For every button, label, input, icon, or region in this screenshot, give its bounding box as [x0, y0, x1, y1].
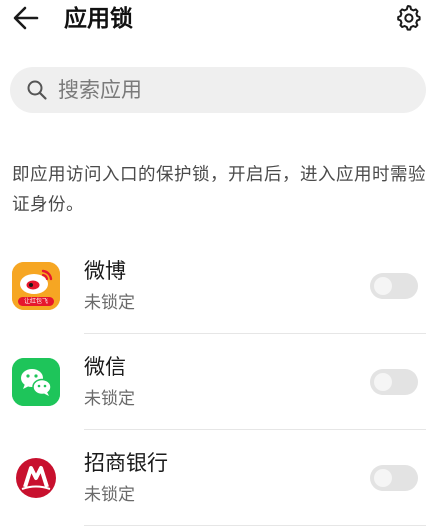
weibo-badge-text: 让红包飞: [23, 298, 48, 305]
app-lock-page: 应用锁 搜索应用 即应用访问入口的保护锁，开启后，进入应用时需验证身份。 让红包…: [0, 0, 438, 531]
app-name: 招商银行: [84, 451, 168, 475]
app-row-cmb[interactable]: 招商银行 未锁定: [0, 432, 438, 528]
gear-icon: [397, 5, 421, 31]
header: 应用锁: [0, 0, 438, 40]
lock-toggle[interactable]: [370, 369, 418, 395]
weibo-icon: 让红包飞: [12, 262, 60, 310]
divider: [84, 429, 426, 430]
lock-toggle[interactable]: [370, 465, 418, 491]
app-name: 微信: [84, 355, 126, 379]
page-title: 应用锁: [64, 6, 133, 32]
wechat-icon: [12, 358, 60, 406]
toggle-knob: [374, 469, 392, 487]
app-row-weibo[interactable]: 让红包飞 微博 未锁定: [0, 240, 438, 336]
app-status: 未锁定: [84, 485, 135, 505]
toggle-knob: [374, 277, 392, 295]
divider: [84, 333, 426, 334]
description-text: 即应用访问入口的保护锁，开启后，进入应用时需验证身份。: [12, 165, 426, 215]
search-input[interactable]: 搜索应用: [10, 67, 426, 113]
cmb-icon: [12, 454, 60, 502]
toggle-knob: [374, 373, 392, 391]
divider: [84, 525, 426, 526]
app-status: 未锁定: [84, 389, 135, 409]
app-status: 未锁定: [84, 293, 135, 313]
search-icon: [27, 80, 47, 100]
settings-button[interactable]: [392, 2, 424, 34]
lock-toggle[interactable]: [370, 273, 418, 299]
back-button[interactable]: [10, 2, 42, 34]
back-arrow-icon: [13, 6, 39, 30]
app-row-wechat[interactable]: 微信 未锁定: [0, 336, 438, 432]
app-name: 微博: [84, 259, 126, 283]
search-placeholder: 搜索应用: [58, 78, 142, 102]
